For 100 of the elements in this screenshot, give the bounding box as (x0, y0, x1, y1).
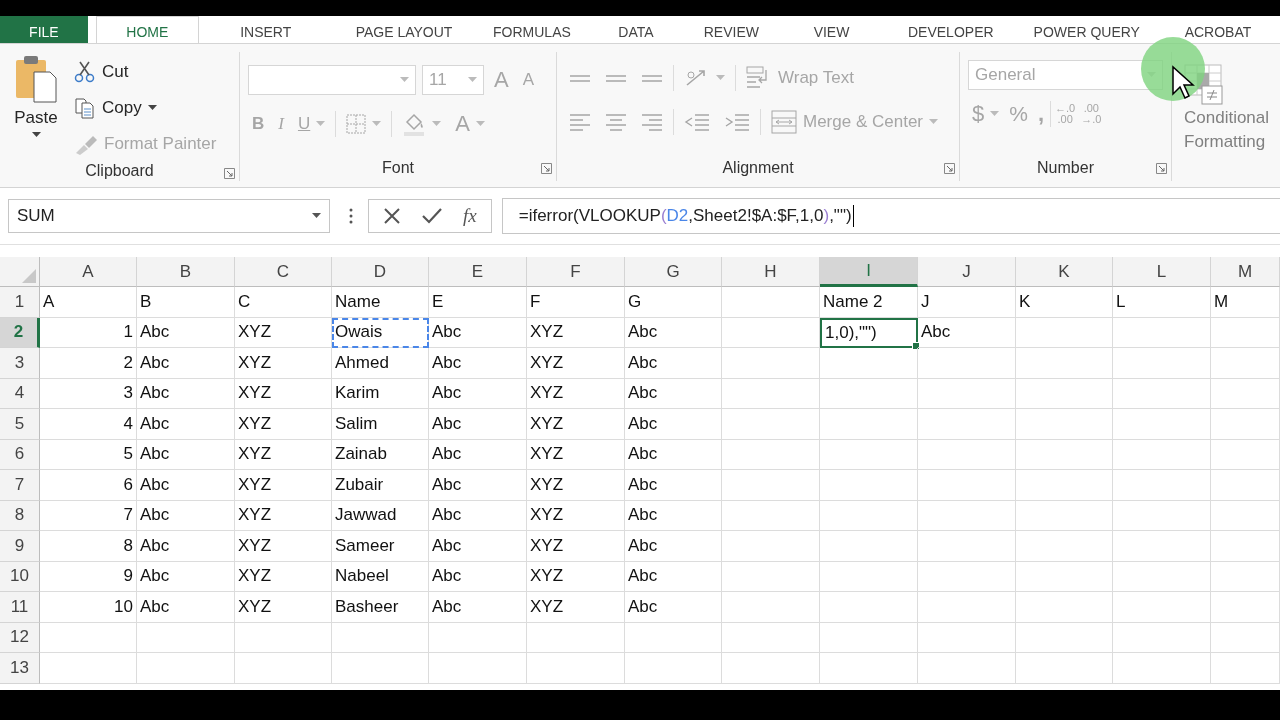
table-cell: XYZ (527, 348, 625, 379)
row-header[interactable]: 8 (0, 500, 40, 531)
table-cell: 1 (40, 317, 137, 348)
column-header[interactable]: L (1113, 257, 1211, 287)
table-cell: 8 (40, 531, 137, 562)
formula-text: =iferror(VLOOKUP(D2,Sheet2!$A:$F,1,0),"") (518, 206, 852, 226)
table-cell: XYZ (527, 317, 625, 348)
ribbon-tab[interactable]: INSERT (198, 16, 333, 43)
ribbon-tab[interactable]: REVIEW (683, 16, 780, 43)
ribbon-tab[interactable]: POWER QUERY (1017, 16, 1156, 43)
row-header[interactable]: 7 (0, 470, 40, 501)
table-cell: 3 (40, 378, 137, 409)
column-header[interactable]: E (429, 257, 527, 287)
table-cell: Nabeel (332, 561, 429, 592)
table-cell: XYZ (235, 348, 332, 379)
table-cell: Abc (429, 561, 527, 592)
column-header[interactable]: F (527, 257, 625, 287)
ribbon-tab[interactable]: PAGE LAYOUT (332, 16, 476, 43)
table-cell: Owais (332, 317, 429, 348)
column-header[interactable]: M (1211, 257, 1280, 287)
table-cell: XYZ (235, 378, 332, 409)
ribbon-tab[interactable]: FILE (0, 16, 88, 43)
ribbon-tab[interactable]: VIEW (779, 16, 884, 43)
table-cell: A (40, 287, 137, 318)
table-cell: Basheer (332, 592, 429, 623)
table-cell: M (1211, 287, 1280, 318)
table-cell: E (429, 287, 527, 318)
table-cell: Abc (625, 439, 722, 470)
row-header[interactable]: 2 (0, 317, 40, 348)
table-cell: 10 (40, 592, 137, 623)
row-header[interactable]: 13 (0, 653, 40, 684)
table-cell: XYZ (235, 439, 332, 470)
table-cell: 4 (40, 409, 137, 440)
table-cell: Zubair (332, 470, 429, 501)
paste-button[interactable]: Paste (8, 52, 64, 160)
ribbon-tab[interactable]: ACROBAT (1155, 16, 1280, 43)
table-cell: Abc (429, 500, 527, 531)
table-cell: Abc (429, 317, 527, 348)
table-cell: Abc (429, 470, 527, 501)
table-cell: Name 2 (820, 287, 918, 318)
insert-function-button[interactable]: fx (463, 205, 477, 227)
table-cell: 1,0),"") (820, 317, 918, 348)
ribbon-tab[interactable]: DEVELOPER (884, 16, 1018, 43)
ribbon-tab[interactable]: HOME (95, 16, 199, 43)
table-cell: L (1113, 287, 1211, 318)
table-cell: 7 (40, 500, 137, 531)
table-cell: B (137, 287, 235, 318)
row-header[interactable]: 9 (0, 531, 40, 562)
column-header[interactable]: H (722, 257, 820, 287)
group-label: Number (1037, 159, 1094, 177)
row-header[interactable]: 12 (0, 622, 40, 653)
table-cell: Abc (429, 348, 527, 379)
table-cell: XYZ (527, 409, 625, 440)
table-cell: 6 (40, 470, 137, 501)
table-cell: Karim (332, 378, 429, 409)
row-header[interactable]: 6 (0, 439, 40, 470)
table-cell: Abc (137, 500, 235, 531)
row-header[interactable]: 10 (0, 561, 40, 592)
name-box[interactable]: SUM (8, 199, 330, 233)
ribbon-tab[interactable]: FORMULAS (475, 16, 589, 43)
table-cell: Abc (137, 317, 235, 348)
table-cell: Name (332, 287, 429, 318)
column-header[interactable]: D (332, 257, 429, 287)
column-header[interactable]: K (1016, 257, 1113, 287)
row-header[interactable]: 11 (0, 592, 40, 623)
table-cell: 2 (40, 348, 137, 379)
table-cell: Abc (429, 439, 527, 470)
table-cell: XYZ (235, 409, 332, 440)
column-header[interactable]: A (40, 257, 137, 287)
group-label: Alignment (722, 159, 794, 177)
table-cell: XYZ (527, 439, 625, 470)
table-cell: XYZ (235, 592, 332, 623)
row-header[interactable]: 4 (0, 378, 40, 409)
table-cell: XYZ (527, 531, 625, 562)
column-header[interactable]: C (235, 257, 332, 287)
table-cell: Abc (137, 592, 235, 623)
column-header[interactable]: B (137, 257, 235, 287)
table-cell: Abc (137, 561, 235, 592)
table-cell: F (527, 287, 625, 318)
row-header[interactable]: 5 (0, 409, 40, 440)
table-cell: K (1016, 287, 1113, 318)
table-cell: Abc (137, 348, 235, 379)
table-cell: Abc (625, 409, 722, 440)
group-label: Clipboard (85, 161, 154, 180)
column-header[interactable]: G (625, 257, 722, 287)
table-cell: Abc (625, 470, 722, 501)
cut-button[interactable]: Cut (70, 56, 221, 88)
row-header[interactable]: 1 (0, 287, 40, 318)
copy-button[interactable]: Copy (70, 92, 221, 124)
table-cell: XYZ (235, 561, 332, 592)
table-cell: Jawwad (332, 500, 429, 531)
table-cell: Abc (625, 531, 722, 562)
ribbon-tab[interactable]: DATA (588, 16, 684, 43)
column-header[interactable]: I (820, 257, 918, 287)
table-cell: J (918, 287, 1016, 318)
row-header[interactable]: 3 (0, 348, 40, 379)
table-cell: Abc (625, 500, 722, 531)
table-cell: 9 (40, 561, 137, 592)
formula-field[interactable]: =iferror(VLOOKUP(D2,Sheet2!$A:$F,1,0),"") (501, 198, 1280, 234)
column-header[interactable]: J (918, 257, 1016, 287)
